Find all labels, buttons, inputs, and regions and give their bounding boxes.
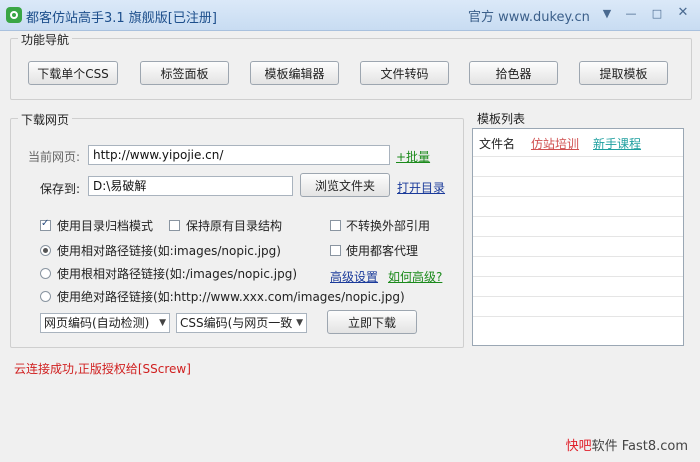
- save-to-label: 保存到:: [40, 182, 81, 196]
- relative-path-label: 使用相对路径链接(如:images/nopic.jpg): [57, 244, 281, 258]
- menu-dropdown-icon[interactable]: ▼: [600, 7, 614, 20]
- absolute-path-label: 使用绝对路径链接(如:http://www.xxx.com/images/nop…: [57, 290, 405, 304]
- extract-template-button[interactable]: 提取模板: [579, 61, 668, 85]
- archive-mode-label: 使用目录归档模式: [57, 219, 154, 233]
- list-row-divider: [473, 216, 683, 217]
- title-bar: 都客仿站高手3.1 旗舰版[已注册] 官方 www.dukey.cn ▼ — □…: [0, 0, 700, 31]
- list-row-divider: [473, 296, 683, 297]
- template-list-legend: 模板列表: [474, 110, 529, 127]
- url-input[interactable]: http://www.yipojie.cn/: [88, 145, 390, 165]
- minimize-icon[interactable]: —: [624, 7, 638, 20]
- open-directory-link[interactable]: 打开目录: [397, 179, 445, 196]
- proxy-label: 使用都客代理: [346, 244, 419, 258]
- watermark-prefix: 快吧: [565, 439, 592, 454]
- maximize-icon[interactable]: □: [650, 7, 664, 20]
- list-row-divider: [473, 276, 683, 277]
- watermark-text: 快吧软件 Fast8.com: [566, 435, 688, 454]
- list-row-divider: [473, 256, 683, 257]
- list-row-divider: [473, 236, 683, 237]
- download-legend: 下载网页: [18, 111, 73, 128]
- no-convert-checkbox[interactable]: [330, 220, 341, 231]
- current-page-label: 当前网页:: [28, 150, 81, 164]
- close-icon[interactable]: ✕: [676, 5, 690, 20]
- list-row-divider: [473, 316, 683, 317]
- save-path-input[interactable]: D:\易破解: [88, 176, 293, 196]
- proxy-checkbox[interactable]: [330, 245, 341, 256]
- keep-structure-label: 保持原有目录结构: [186, 219, 283, 233]
- novice-course-tag[interactable]: 新手课程: [593, 135, 641, 152]
- color-picker-button[interactable]: 拾色器: [469, 61, 558, 85]
- file-name-header: 文件名: [479, 137, 516, 151]
- window-title: 都客仿站高手3.1 旗舰版[已注册]: [26, 11, 217, 26]
- batch-link[interactable]: +批量: [396, 148, 430, 165]
- how-advanced-link[interactable]: 如何高级?: [388, 268, 442, 285]
- template-editor-button[interactable]: 模板编辑器: [250, 61, 339, 85]
- list-row-divider: [473, 156, 683, 157]
- archive-mode-checkbox[interactable]: [40, 218, 51, 231]
- root-relative-label: 使用根相对路径链接(如:/images/nopic.jpg): [57, 267, 298, 281]
- template-list[interactable]: 文件名 仿站培训 新手课程: [472, 128, 684, 346]
- absolute-path-radio[interactable]: [40, 291, 51, 302]
- status-message: 云连接成功,正版授权给[SScrew]: [14, 362, 191, 376]
- relative-path-radio[interactable]: [40, 245, 51, 256]
- tag-panel-button[interactable]: 标签面板: [140, 61, 229, 85]
- imitation-training-tag[interactable]: 仿站培训: [531, 135, 579, 152]
- no-convert-label: 不转换外部引用: [346, 219, 431, 233]
- download-now-button[interactable]: 立即下载: [327, 310, 417, 334]
- root-relative-radio[interactable]: [40, 268, 51, 279]
- css-encoding-value: CSS编码(与网页一致: [180, 316, 293, 330]
- watermark-suffix: 软件 Fast8.com: [591, 439, 688, 454]
- file-transcode-button[interactable]: 文件转码: [360, 61, 449, 85]
- browse-folder-button[interactable]: 浏览文件夹: [300, 173, 390, 197]
- advanced-settings-link[interactable]: 高级设置: [330, 268, 378, 285]
- chevron-down-icon: ▼: [159, 318, 166, 328]
- page-encoding-value: 网页编码(自动检测): [44, 316, 150, 330]
- page-encoding-select[interactable]: 网页编码(自动检测) ▼: [40, 313, 170, 333]
- css-encoding-select[interactable]: CSS编码(与网页一致 ▼: [176, 313, 307, 333]
- keep-structure-checkbox[interactable]: [169, 220, 180, 231]
- nav-legend: 功能导航: [18, 31, 73, 48]
- download-css-button[interactable]: 下载单个CSS: [28, 61, 118, 85]
- list-row-divider: [473, 176, 683, 177]
- official-site-text: 官方 www.dukey.cn: [468, 10, 590, 25]
- app-logo-icon: [6, 7, 22, 23]
- list-row-divider: [473, 196, 683, 197]
- chevron-down-icon: ▼: [296, 318, 303, 328]
